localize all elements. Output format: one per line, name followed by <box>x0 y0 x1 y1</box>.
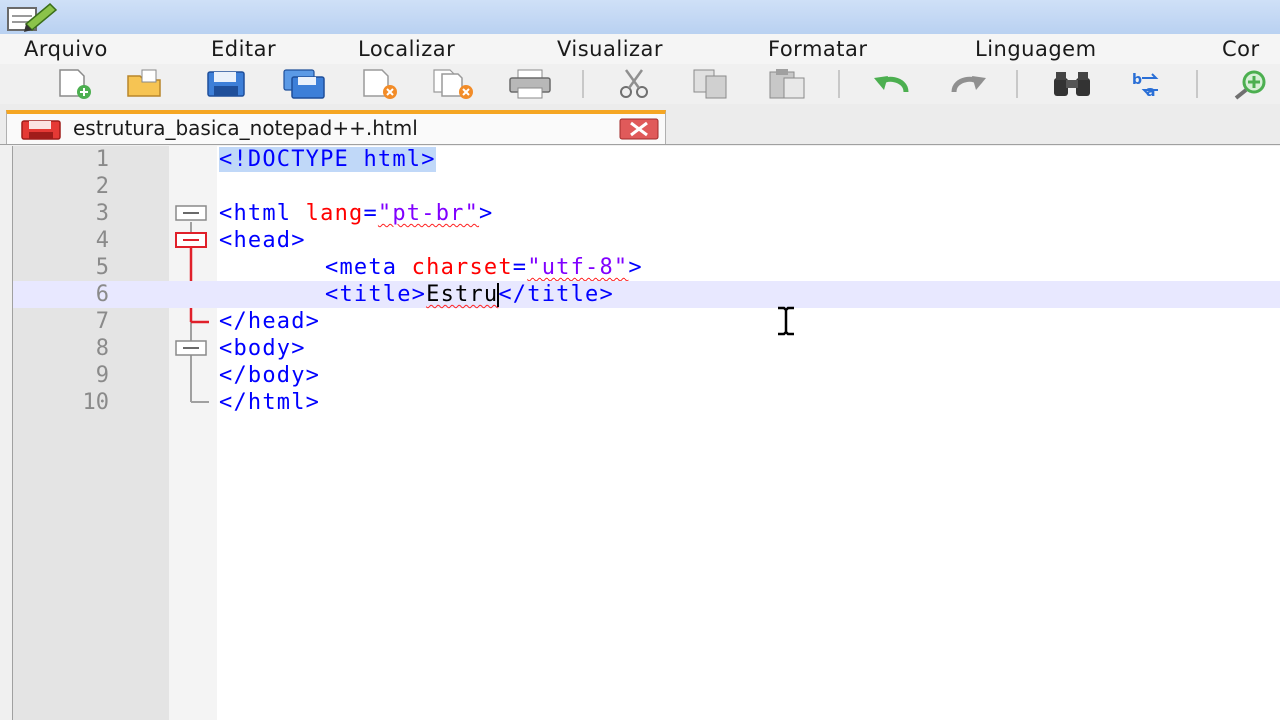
menu-editar[interactable]: Editar <box>211 37 276 61</box>
undo-icon[interactable] <box>870 68 914 100</box>
line-number: 8 <box>95 336 109 361</box>
code-line: 10 </html> <box>13 389 1280 416</box>
line-number: 10 <box>82 390 110 415</box>
toolbar-separator <box>838 70 840 98</box>
close-all-icon[interactable] <box>432 68 476 100</box>
code-line: 1 <!DOCTYPE html> <box>13 146 1280 173</box>
toolbar-separator <box>1196 70 1198 98</box>
line-number: 3 <box>95 201 109 226</box>
line-number: 9 <box>95 363 109 388</box>
menu-linguagem[interactable]: Linguagem <box>975 37 1097 61</box>
code-line: 9 </body> <box>13 362 1280 389</box>
line-number: 4 <box>95 228 109 253</box>
code-line: 5 <meta charset="utf-8"> <box>13 254 1280 281</box>
toolbar-separator <box>582 70 584 98</box>
tab-title: estrutura_basica_notepad++.html <box>73 116 418 140</box>
title-bar <box>0 0 1280 34</box>
code-text: </html> <box>219 390 321 415</box>
zoom-in-icon[interactable] <box>1228 68 1272 100</box>
line-number: 7 <box>95 309 109 334</box>
line-number: 5 <box>95 255 109 280</box>
notepad-plus-plus-window: Arquivo Editar Localizar Visualizar Form… <box>0 0 1280 720</box>
close-tab-icon[interactable] <box>619 118 659 140</box>
line-number: 2 <box>95 174 109 199</box>
redo-icon[interactable] <box>946 68 990 100</box>
svg-text:a: a <box>1146 84 1155 100</box>
find-icon[interactable] <box>1050 68 1094 100</box>
replace-icon[interactable]: b a <box>1128 68 1172 100</box>
tab-estrutura-basica[interactable]: estrutura_basica_notepad++.html <box>6 110 666 144</box>
code-line: 7 </head> <box>13 308 1280 335</box>
code-text: <body> <box>219 336 306 361</box>
line-number: 6 <box>95 282 109 307</box>
code-text: <meta charset="utf-8"> <box>325 255 643 280</box>
code-text: <!DOCTYPE html> <box>219 147 436 172</box>
notepad-app-icon[interactable] <box>2 2 60 32</box>
menu-configuracoes[interactable]: Cor <box>1222 37 1260 61</box>
save-icon[interactable] <box>204 68 248 100</box>
menu-arquivo[interactable]: Arquivo <box>24 37 108 61</box>
code-editor[interactable]: 1 <!DOCTYPE html> 2 3 <html lang="pt-br"… <box>12 146 1280 720</box>
print-icon[interactable] <box>508 68 552 100</box>
code-line: 2 <box>13 173 1280 200</box>
code-text: <head> <box>219 228 306 253</box>
code-text: <title>Estru</title> <box>325 282 614 307</box>
save-all-icon[interactable] <box>282 68 326 100</box>
copy-icon[interactable] <box>690 68 734 100</box>
unsaved-file-icon <box>21 120 61 140</box>
toolbar: b a <box>0 64 1280 104</box>
fold-toggle-icon[interactable] <box>175 205 207 221</box>
menu-formatar[interactable]: Formatar <box>768 37 868 61</box>
open-file-icon[interactable] <box>124 68 168 100</box>
fold-toggle-icon[interactable] <box>175 340 207 356</box>
code-text: </head> <box>219 309 321 334</box>
new-file-icon[interactable] <box>52 68 96 100</box>
code-text: </body> <box>219 363 321 388</box>
menu-bar: Arquivo Editar Localizar Visualizar Form… <box>0 34 1280 64</box>
svg-text:b: b <box>1132 72 1142 88</box>
line-number: 1 <box>95 147 109 172</box>
cut-icon[interactable] <box>612 68 656 100</box>
paste-icon[interactable] <box>766 68 810 100</box>
text-cursor-icon <box>778 306 794 336</box>
menu-localizar[interactable]: Localizar <box>358 37 455 61</box>
code-text: <html lang="pt-br"> <box>219 201 494 226</box>
toolbar-separator <box>1016 70 1018 98</box>
close-file-icon[interactable] <box>358 68 402 100</box>
menu-visualizar[interactable]: Visualizar <box>557 37 663 61</box>
fold-toggle-icon[interactable] <box>175 232 207 248</box>
current-code-line: 6 <title>Estru</title> <box>13 281 1280 308</box>
document-tab-bar: estrutura_basica_notepad++.html <box>0 104 1280 145</box>
